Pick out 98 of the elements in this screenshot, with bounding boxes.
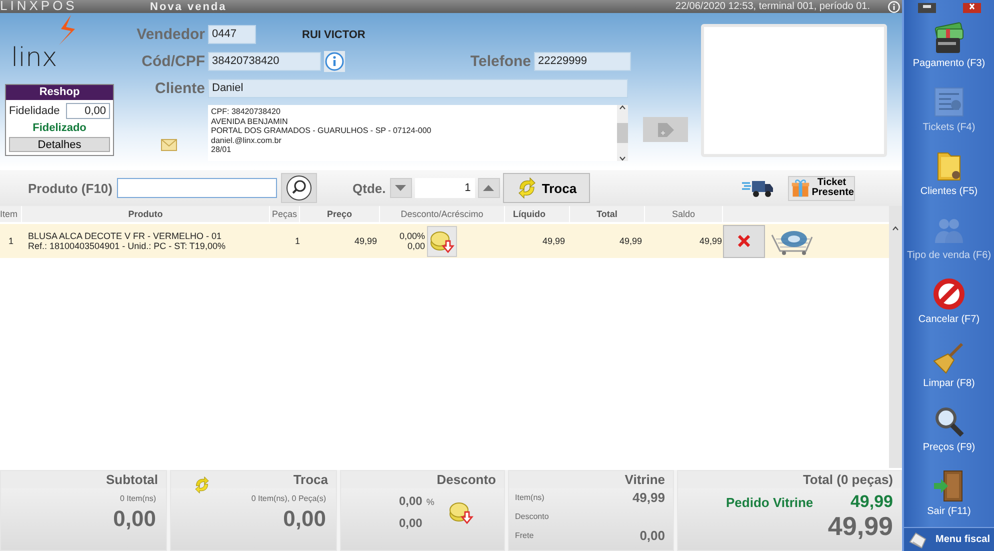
column-header: Líquido [505, 206, 570, 222]
input-field[interactable]: 22229999 [534, 52, 631, 71]
panel-title: Reshop [6, 85, 113, 100]
panel-title: Vitrine [509, 471, 673, 488]
caret-up-icon [619, 105, 626, 110]
increase-button[interactable] [478, 178, 500, 198]
column-header: Peças [270, 206, 300, 222]
row-value: 0,00 [640, 528, 665, 543]
sidebar-button[interactable]: Limpar (F8) [905, 333, 993, 397]
field-label: Vendedor [136, 26, 205, 43]
panel-title: Total (0 peças) [678, 471, 901, 488]
exchange-icon [193, 475, 211, 495]
table-cell-text: 49,99 [698, 236, 723, 246]
product-reference: Ref.: 18100403504901 - Unid.: PC - ST: T19,00% [28, 241, 226, 251]
close-icon [738, 235, 750, 247]
caret-up-icon [483, 185, 494, 191]
panel-title: Desconto [341, 471, 504, 488]
field-label: Cód/CPF [140, 53, 205, 70]
sidebar-button[interactable]: Sair (F11) [905, 461, 993, 525]
input-field[interactable]: Daniel [208, 79, 628, 98]
session-info: 22/06/2020 12:53, terminal 001, período 01. [675, 1, 870, 12]
search-icon [286, 175, 312, 201]
decrease-button[interactable] [390, 178, 412, 198]
table-cell-text: 49,99 [353, 236, 378, 246]
input-field[interactable]: 0447 [208, 25, 256, 44]
sidebar-button[interactable]: Preços (F9) [905, 397, 993, 461]
sidebar-button[interactable]: Cancelar (F7) [905, 269, 993, 333]
printer-icon [908, 530, 928, 550]
column-header: Item [0, 206, 22, 222]
tag-icon [656, 120, 676, 138]
row-label: Frete [515, 531, 534, 540]
caret-down-icon [395, 185, 406, 191]
discount-percent: 0,00% [399, 231, 425, 241]
field-label: Telefone [470, 53, 531, 70]
logo-text: linx [11, 45, 58, 71]
status-text: Fidelizado [32, 122, 88, 134]
input-field[interactable]: 38420738420 [208, 52, 321, 71]
total-value: 49,99 [828, 511, 893, 541]
caret-down-icon [619, 156, 626, 161]
input-field[interactable]: 0,00 [66, 103, 110, 119]
quantity-field[interactable]: 1 [414, 178, 475, 198]
column-header: Desconto/Acréscimo [380, 206, 505, 222]
percent-sign: % [426, 497, 434, 507]
field-label: Qtde. [352, 180, 386, 196]
subtotal-value: 0,00 [113, 506, 156, 532]
field-label: Produto (F10) [28, 180, 112, 196]
broom-icon [932, 341, 966, 375]
cancel-icon [932, 277, 966, 311]
app-name: LINXPOS [0, 0, 78, 12]
info-button[interactable] [324, 51, 345, 72]
panel-title: Troca [171, 471, 336, 488]
document-icon [932, 85, 966, 119]
order-value: 49,99 [850, 492, 893, 512]
scrollbar[interactable] [617, 105, 628, 161]
fiscal-menu-button[interactable]: Menu fiscal [904, 527, 994, 551]
exchange-button[interactable]: Troca [502, 173, 590, 203]
scrollbar[interactable] [889, 206, 902, 468]
delete-button[interactable] [723, 224, 765, 258]
sidebar-button[interactable]: Clientes (F5) [905, 141, 993, 205]
discount-value: 0,00 [406, 241, 425, 251]
row-value: 49,99 [632, 490, 665, 505]
screen-title: Nova venda [150, 0, 227, 12]
minimize-icon[interactable] [918, 3, 936, 13]
order-label: Pedido Vitrine [726, 494, 814, 510]
row-label: Desconto [515, 512, 549, 521]
field-label: Fidelidade [9, 105, 60, 117]
details-button[interactable]: Detalhes [9, 137, 110, 152]
panel-title: Subtotal [1, 471, 166, 488]
column-header: Produto [22, 206, 270, 222]
row-label: Item(ns) [515, 493, 544, 502]
column-header: Total [570, 206, 645, 222]
gift-icon [790, 177, 810, 199]
item-count: 0 Item(ns) [120, 494, 156, 503]
discount-percent: 0,00 [399, 494, 422, 508]
product-name: BLUSA ALCA DECOTE V FR - VERMELHO - 01 [28, 231, 223, 241]
item-count: 0 Item(ns), 0 Peça(s) [251, 494, 326, 503]
gift-ticket-button[interactable]: Ticket Presente [788, 176, 855, 200]
seller-name: RUI VICTOR [302, 28, 366, 40]
table-cell-text: 49,99 [541, 236, 566, 246]
info-icon[interactable] [888, 0, 900, 12]
search-button[interactable] [280, 173, 316, 203]
customer-address: CPF: 38420738420 AVENIDA BENJAMIN PORTAL DOS GRAMADOS - GUARULHOS - SP - 07124-000 daniel.@linx.com.br 28/01 [210, 106, 432, 156]
discount-value: 0,00 [399, 516, 424, 530]
table-cell-text: 1 [294, 236, 300, 246]
exchange-value: 0,00 [283, 506, 326, 532]
discount-button[interactable] [427, 226, 457, 256]
info-icon [325, 52, 344, 71]
close-icon[interactable] [962, 3, 980, 13]
column-header: Preço [300, 206, 380, 222]
product-input[interactable] [116, 178, 276, 198]
table-row[interactable]: 1 BLUSA ALCA DECOTE V FR - VERMELHO - 01 Ref.: 18100403504901 - Unid.: PC - ST: T19,00% 1 49,99 0,00% 0,00 49,99 49,99 49,99 [0, 224, 889, 258]
caret-up-icon [892, 226, 899, 231]
table-cell-text: 1 [7, 236, 14, 246]
column-header: Saldo [645, 206, 723, 222]
field-label: Cliente [154, 80, 205, 97]
money-icon [932, 21, 966, 55]
table-cell-text: 49,99 [618, 236, 643, 246]
sidebar-button[interactable]: Pagamento (F3) [905, 13, 993, 77]
